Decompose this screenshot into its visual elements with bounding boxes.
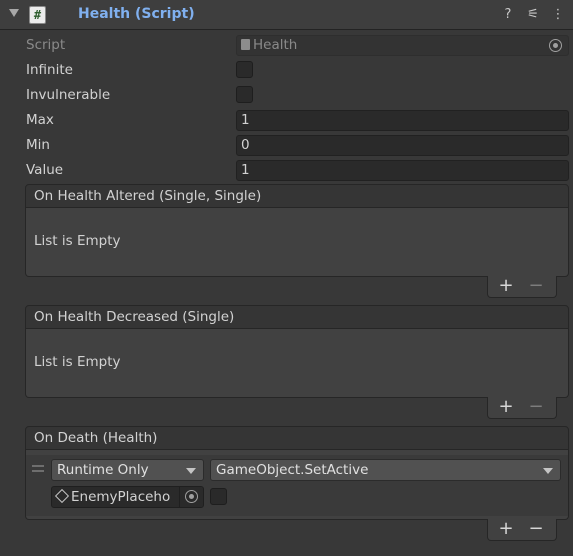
add-listener-button[interactable]: +: [494, 397, 518, 417]
remove-listener-button[interactable]: −: [524, 276, 548, 296]
list-empty-text: List is Empty: [34, 354, 121, 370]
help-icon[interactable]: ?: [500, 6, 516, 24]
drag-handle-icon[interactable]: [32, 465, 44, 467]
target-object-field[interactable]: EnemyPlaceho: [51, 486, 204, 508]
on-health-altered-list: List is Empty: [25, 208, 569, 277]
min-label: Min: [26, 137, 50, 153]
remove-listener-button[interactable]: −: [524, 397, 548, 417]
script-field-value: Health: [253, 37, 298, 53]
foldout-arrow-icon[interactable]: [9, 9, 19, 17]
on-health-altered-footer: + −: [487, 276, 557, 298]
infinite-checkbox[interactable]: [236, 61, 253, 78]
kebab-menu-icon[interactable]: ⋮: [550, 6, 566, 24]
on-death-footer: + −: [487, 519, 557, 541]
list-empty-text: List is Empty: [34, 233, 121, 249]
max-label: Max: [26, 112, 54, 128]
chevron-down-icon: [543, 468, 553, 474]
on-health-decreased-footer: + −: [487, 397, 557, 419]
invulnerable-label: Invulnerable: [26, 87, 111, 103]
call-state-dropdown[interactable]: Runtime Only: [51, 459, 204, 481]
function-dropdown[interactable]: GameObject.SetActive: [210, 459, 561, 481]
on-health-decreased-list: List is Empty: [25, 329, 569, 398]
value-label: Value: [26, 162, 64, 178]
component-title: Health (Script): [78, 6, 195, 22]
gameobject-cube-icon: [54, 488, 70, 504]
target-object-picker[interactable]: [179, 487, 203, 507]
target-object-value: EnemyPlaceho: [71, 489, 171, 505]
value-field[interactable]: 1: [236, 160, 569, 181]
remove-listener-button[interactable]: −: [524, 519, 548, 539]
on-health-altered-header: On Health Altered (Single, Single): [25, 184, 569, 208]
min-field[interactable]: 0: [236, 135, 569, 156]
on-health-decreased-header: On Health Decreased (Single): [25, 305, 569, 329]
add-listener-button[interactable]: +: [494, 519, 518, 539]
script-label: Script: [26, 37, 66, 53]
function-value: GameObject.SetActive: [216, 462, 369, 478]
object-picker-icon: [185, 490, 198, 503]
object-picker-icon: [549, 39, 562, 52]
presets-icon[interactable]: ⚟: [525, 6, 541, 24]
call-state-value: Runtime Only: [57, 462, 149, 478]
script-file-icon: [241, 39, 250, 50]
add-listener-button[interactable]: +: [494, 276, 518, 296]
chevron-down-icon: [186, 468, 196, 474]
script-icon: #: [29, 6, 46, 24]
max-field[interactable]: 1: [236, 110, 569, 131]
invulnerable-checkbox[interactable]: [236, 86, 253, 103]
infinite-label: Infinite: [26, 62, 73, 78]
on-death-header: On Death (Health): [25, 426, 569, 450]
bool-argument-checkbox[interactable]: [210, 488, 227, 505]
drag-handle-icon[interactable]: [32, 470, 44, 472]
script-field: Health: [236, 35, 569, 56]
